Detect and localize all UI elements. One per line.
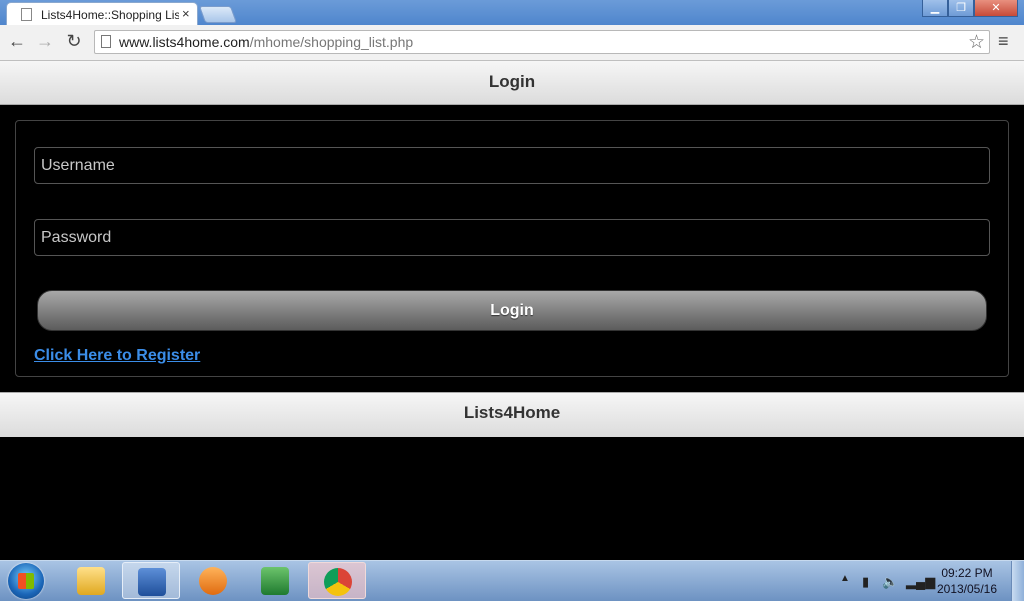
battery-icon[interactable]: ▮	[862, 574, 876, 589]
url-text: www.lists4home.com/mhome/shopping_list.p…	[119, 34, 413, 50]
star-icon[interactable]: ☆	[968, 31, 985, 54]
username-field[interactable]	[34, 147, 990, 184]
excel-icon	[261, 567, 289, 595]
volume-icon[interactable]: 🔈	[882, 574, 898, 589]
menu-icon[interactable]: ≡	[998, 31, 1009, 52]
show-desktop-button[interactable]	[1011, 561, 1024, 601]
address-bar[interactable]: www.lists4home.com/mhome/shopping_list.p…	[94, 30, 990, 54]
back-arrow-icon[interactable]: ←	[6, 31, 28, 52]
password-field[interactable]	[34, 219, 990, 256]
folder-icon	[77, 567, 105, 595]
clock-time: 09:22 PM	[941, 566, 993, 580]
reload-icon[interactable]: ↻	[63, 31, 85, 52]
taskbar-app-excel[interactable]	[246, 562, 304, 599]
windows-logo-icon	[18, 573, 34, 589]
media-player-icon	[199, 567, 227, 595]
window-controls: ▁ ❐ ✕	[922, 0, 1018, 18]
url-host: www.lists4home.com	[119, 34, 250, 50]
taskbar-app-word[interactable]	[122, 562, 180, 599]
register-link[interactable]: Click Here to Register	[34, 347, 200, 365]
close-window-button[interactable]: ✕	[974, 0, 1018, 17]
login-button[interactable]: Login	[37, 290, 987, 331]
taskbar-app-explorer[interactable]	[62, 562, 120, 599]
chrome-icon	[324, 568, 352, 596]
browser-toolbar: ← → ↻ www.lists4home.com/mhome/shopping_…	[0, 25, 1024, 61]
browser-tab[interactable]: Lists4Home::Shopping Lis ×	[6, 2, 198, 25]
page-title: Login	[488, 72, 536, 91]
taskbar-app-media-player[interactable]	[184, 562, 242, 599]
system-clock[interactable]: 09:22 PM 2013/05/16	[932, 565, 1002, 597]
page-icon	[21, 8, 32, 21]
page-header: Login	[0, 61, 1024, 105]
start-button[interactable]	[8, 563, 44, 599]
page-icon	[101, 35, 111, 48]
footer-title: Lists4Home	[463, 403, 561, 422]
network-icon[interactable]: ▂▄▆	[906, 574, 935, 589]
close-tab-icon[interactable]: ×	[182, 6, 190, 21]
word-icon	[138, 568, 166, 596]
url-path: /mhome/shopping_list.php	[249, 34, 414, 50]
minimize-button[interactable]: ▁	[922, 0, 948, 17]
browser-titlebar: Lists4Home::Shopping Lis × ▁ ❐ ✕	[0, 0, 1024, 25]
show-hidden-icons-icon[interactable]: ▲	[840, 573, 850, 584]
tab-title: Lists4Home::Shopping Lis	[41, 8, 179, 22]
clock-date: 2013/05/16	[936, 582, 998, 596]
restore-button[interactable]: ❐	[948, 0, 974, 17]
taskbar-app-chrome[interactable]	[308, 562, 366, 599]
page-footer: Lists4Home	[0, 392, 1024, 437]
forward-arrow-icon[interactable]: →	[34, 31, 56, 52]
taskbar: ▲ ▮ 🔈 ▂▄▆ 09:22 PM 2013/05/16	[0, 560, 1024, 601]
new-tab-button[interactable]	[198, 6, 238, 23]
